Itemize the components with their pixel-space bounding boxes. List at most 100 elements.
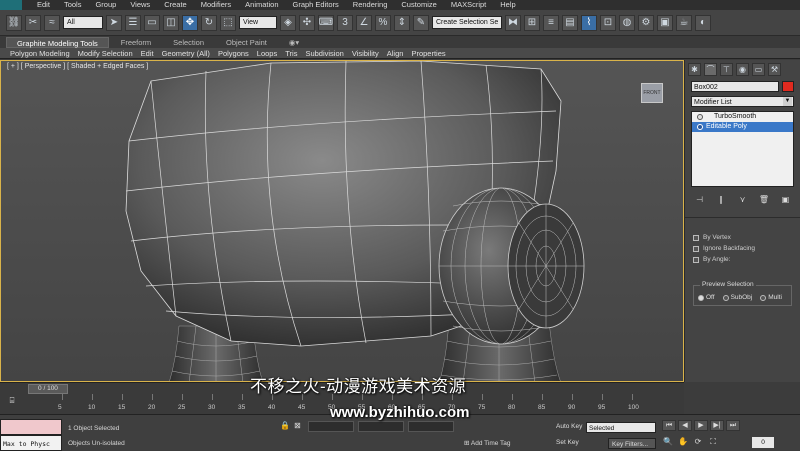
- menu-item-tools[interactable]: Tools: [57, 0, 89, 10]
- bind-space-warp-icon[interactable]: ≈: [44, 14, 60, 31]
- lock-icon[interactable]: 🔒: [280, 421, 290, 432]
- perspective-viewport[interactable]: [ + ] [ Perspective ] [ Shaded + Edged F…: [0, 60, 684, 382]
- maxscript-mini-listener[interactable]: Max to Physc: [0, 435, 62, 451]
- object-color-swatch[interactable]: [782, 81, 794, 92]
- snap-toggle-icon[interactable]: 3: [337, 14, 353, 31]
- menu-item-animation[interactable]: Animation: [238, 0, 285, 10]
- select-by-name-icon[interactable]: ☰: [125, 14, 141, 31]
- menu-item-rendering[interactable]: Rendering: [346, 0, 395, 10]
- ribbon-item-polygon-modeling[interactable]: Polygon Modeling: [6, 49, 74, 58]
- tab-freeform[interactable]: Freeform: [111, 37, 161, 48]
- modifier-list-dropdown[interactable]: Modifier List ▼: [691, 96, 794, 107]
- spinner-snap-icon[interactable]: ⇕: [394, 14, 410, 31]
- pivot-icon[interactable]: ◈: [280, 14, 296, 31]
- key-filters-button[interactable]: Key Filters...: [608, 438, 656, 449]
- ribbon-item-subdivision[interactable]: Subdivision: [301, 49, 347, 58]
- add-time-tag[interactable]: ⊞ Add Time Tag: [464, 439, 511, 447]
- next-frame-icon[interactable]: ▶|: [710, 420, 724, 431]
- by-angle-option[interactable]: By Angle:: [693, 256, 792, 263]
- render-production-icon[interactable]: ☕: [676, 14, 692, 31]
- ignore-backfacing-option[interactable]: Ignore Backfacing: [693, 245, 792, 252]
- menu-item-help[interactable]: Help: [493, 0, 522, 10]
- go-to-end-icon[interactable]: ⏭: [726, 420, 740, 431]
- zoom-icon[interactable]: 🔍: [662, 437, 674, 448]
- tab-object-paint[interactable]: Object Paint: [216, 37, 277, 48]
- time-slider-thumb[interactable]: 0 / 100: [28, 384, 68, 394]
- preview-off-radio[interactable]: Off: [698, 294, 715, 301]
- link-icon[interactable]: ⛓: [6, 14, 22, 31]
- curve-editor-icon[interactable]: ⌇: [581, 14, 597, 31]
- menu-item-graph-editors[interactable]: Graph Editors: [286, 0, 346, 10]
- remove-modifier-icon[interactable]: 🗑: [758, 193, 771, 205]
- object-name-input[interactable]: Box002: [691, 81, 779, 92]
- key-set-dropdown[interactable]: Selected: [586, 422, 656, 433]
- x-coordinate-field[interactable]: [308, 421, 354, 432]
- render-setup-icon[interactable]: ⚙: [638, 14, 654, 31]
- ribbon-item-edit[interactable]: Edit: [137, 49, 158, 58]
- configure-sets-icon[interactable]: ▣: [779, 193, 792, 205]
- percent-snap-icon[interactable]: %: [375, 14, 391, 31]
- align-icon[interactable]: ⊞: [524, 14, 540, 31]
- y-coordinate-field[interactable]: [358, 421, 404, 432]
- schematic-view-icon[interactable]: ⊡: [600, 14, 616, 31]
- keyboard-shortcut-icon[interactable]: ⌨: [318, 14, 334, 31]
- by-angle-checkbox[interactable]: [693, 256, 699, 263]
- ribbon-item-tris[interactable]: Tris: [281, 49, 301, 58]
- edit-named-selection-icon[interactable]: ✎: [413, 14, 429, 31]
- ribbon-item-modify-selection[interactable]: Modify Selection: [74, 49, 137, 58]
- ref-coord-dropdown[interactable]: View: [239, 16, 277, 29]
- ribbon-item-align[interactable]: Align: [383, 49, 408, 58]
- by-vertex-checkbox[interactable]: [693, 234, 699, 241]
- menu-item-maxscript[interactable]: MAXScript: [444, 0, 493, 10]
- current-frame-field[interactable]: 0: [752, 437, 774, 448]
- stack-item-editable-poly[interactable]: Editable Poly: [692, 122, 793, 132]
- absolute-mode-icon[interactable]: ⊠: [294, 421, 304, 432]
- previous-frame-icon[interactable]: ◀: [678, 420, 692, 431]
- app-logo-icon[interactable]: [0, 0, 22, 10]
- menu-item-modifiers[interactable]: Modifiers: [194, 0, 238, 10]
- auto-key-button[interactable]: Auto Key: [556, 423, 582, 430]
- pin-stack-icon[interactable]: ⊣: [693, 193, 706, 205]
- viewport-label[interactable]: [ + ] [ Perspective ] [ Shaded + Edged F…: [7, 63, 148, 70]
- menu-item-views[interactable]: Views: [123, 0, 157, 10]
- move-icon[interactable]: ✥: [182, 14, 198, 31]
- modify-tab-icon[interactable]: ⌒: [704, 63, 717, 76]
- unlink-icon[interactable]: ✂: [25, 14, 41, 31]
- motion-tab-icon[interactable]: ◉: [736, 63, 749, 76]
- scale-icon[interactable]: ⬚: [220, 14, 236, 31]
- set-key-button[interactable]: Set Key: [556, 439, 579, 446]
- menu-item-group[interactable]: Group: [88, 0, 123, 10]
- ignore-backfacing-checkbox[interactable]: [693, 245, 699, 252]
- go-to-start-icon[interactable]: ⏮: [662, 420, 676, 431]
- ribbon-item-polygons[interactable]: Polygons: [214, 49, 253, 58]
- make-unique-icon[interactable]: ⋎: [736, 193, 749, 205]
- ribbon-item-geometry-all[interactable]: Geometry (All): [158, 49, 214, 58]
- key-icon[interactable]: ⌸: [4, 396, 20, 410]
- menu-item-create[interactable]: Create: [157, 0, 194, 10]
- preview-subobj-radio[interactable]: SubObj: [722, 294, 752, 301]
- material-editor-icon[interactable]: ◍: [619, 14, 635, 31]
- z-coordinate-field[interactable]: [408, 421, 454, 432]
- rendered-frame-icon[interactable]: ▣: [657, 14, 673, 31]
- ribbon-item-loops[interactable]: Loops: [253, 49, 281, 58]
- selection-filter-dropdown[interactable]: All: [63, 16, 103, 29]
- maxscript-listener-top[interactable]: [0, 419, 62, 435]
- orbit-icon[interactable]: ⟳: [692, 437, 704, 448]
- ribbon-item-properties[interactable]: Properties: [407, 49, 449, 58]
- angle-snap-icon[interactable]: ∠: [356, 14, 372, 31]
- viewcube-icon[interactable]: FRONT: [641, 83, 663, 103]
- layer-manager-icon[interactable]: ≡: [543, 14, 559, 31]
- maximize-viewport-icon[interactable]: ⛶: [707, 437, 719, 448]
- named-selection-dropdown[interactable]: Create Selection Se: [432, 16, 502, 29]
- display-tab-icon[interactable]: ▭: [752, 63, 765, 76]
- tab-graphite-modeling-tools[interactable]: Graphite Modeling Tools: [6, 36, 109, 48]
- utilities-tab-icon[interactable]: ⚒: [768, 63, 781, 76]
- menu-item-customize[interactable]: Customize: [394, 0, 443, 10]
- rotate-icon[interactable]: ↻: [201, 14, 217, 31]
- pan-icon[interactable]: ✋: [677, 437, 689, 448]
- show-end-result-icon[interactable]: ∥: [715, 193, 728, 205]
- render-iterative-icon[interactable]: ◐: [695, 14, 711, 31]
- graphite-toggle-icon[interactable]: ▤: [562, 14, 578, 31]
- play-icon[interactable]: ▶: [694, 420, 708, 431]
- stack-item-turbosmooth[interactable]: TurboSmooth: [692, 112, 793, 122]
